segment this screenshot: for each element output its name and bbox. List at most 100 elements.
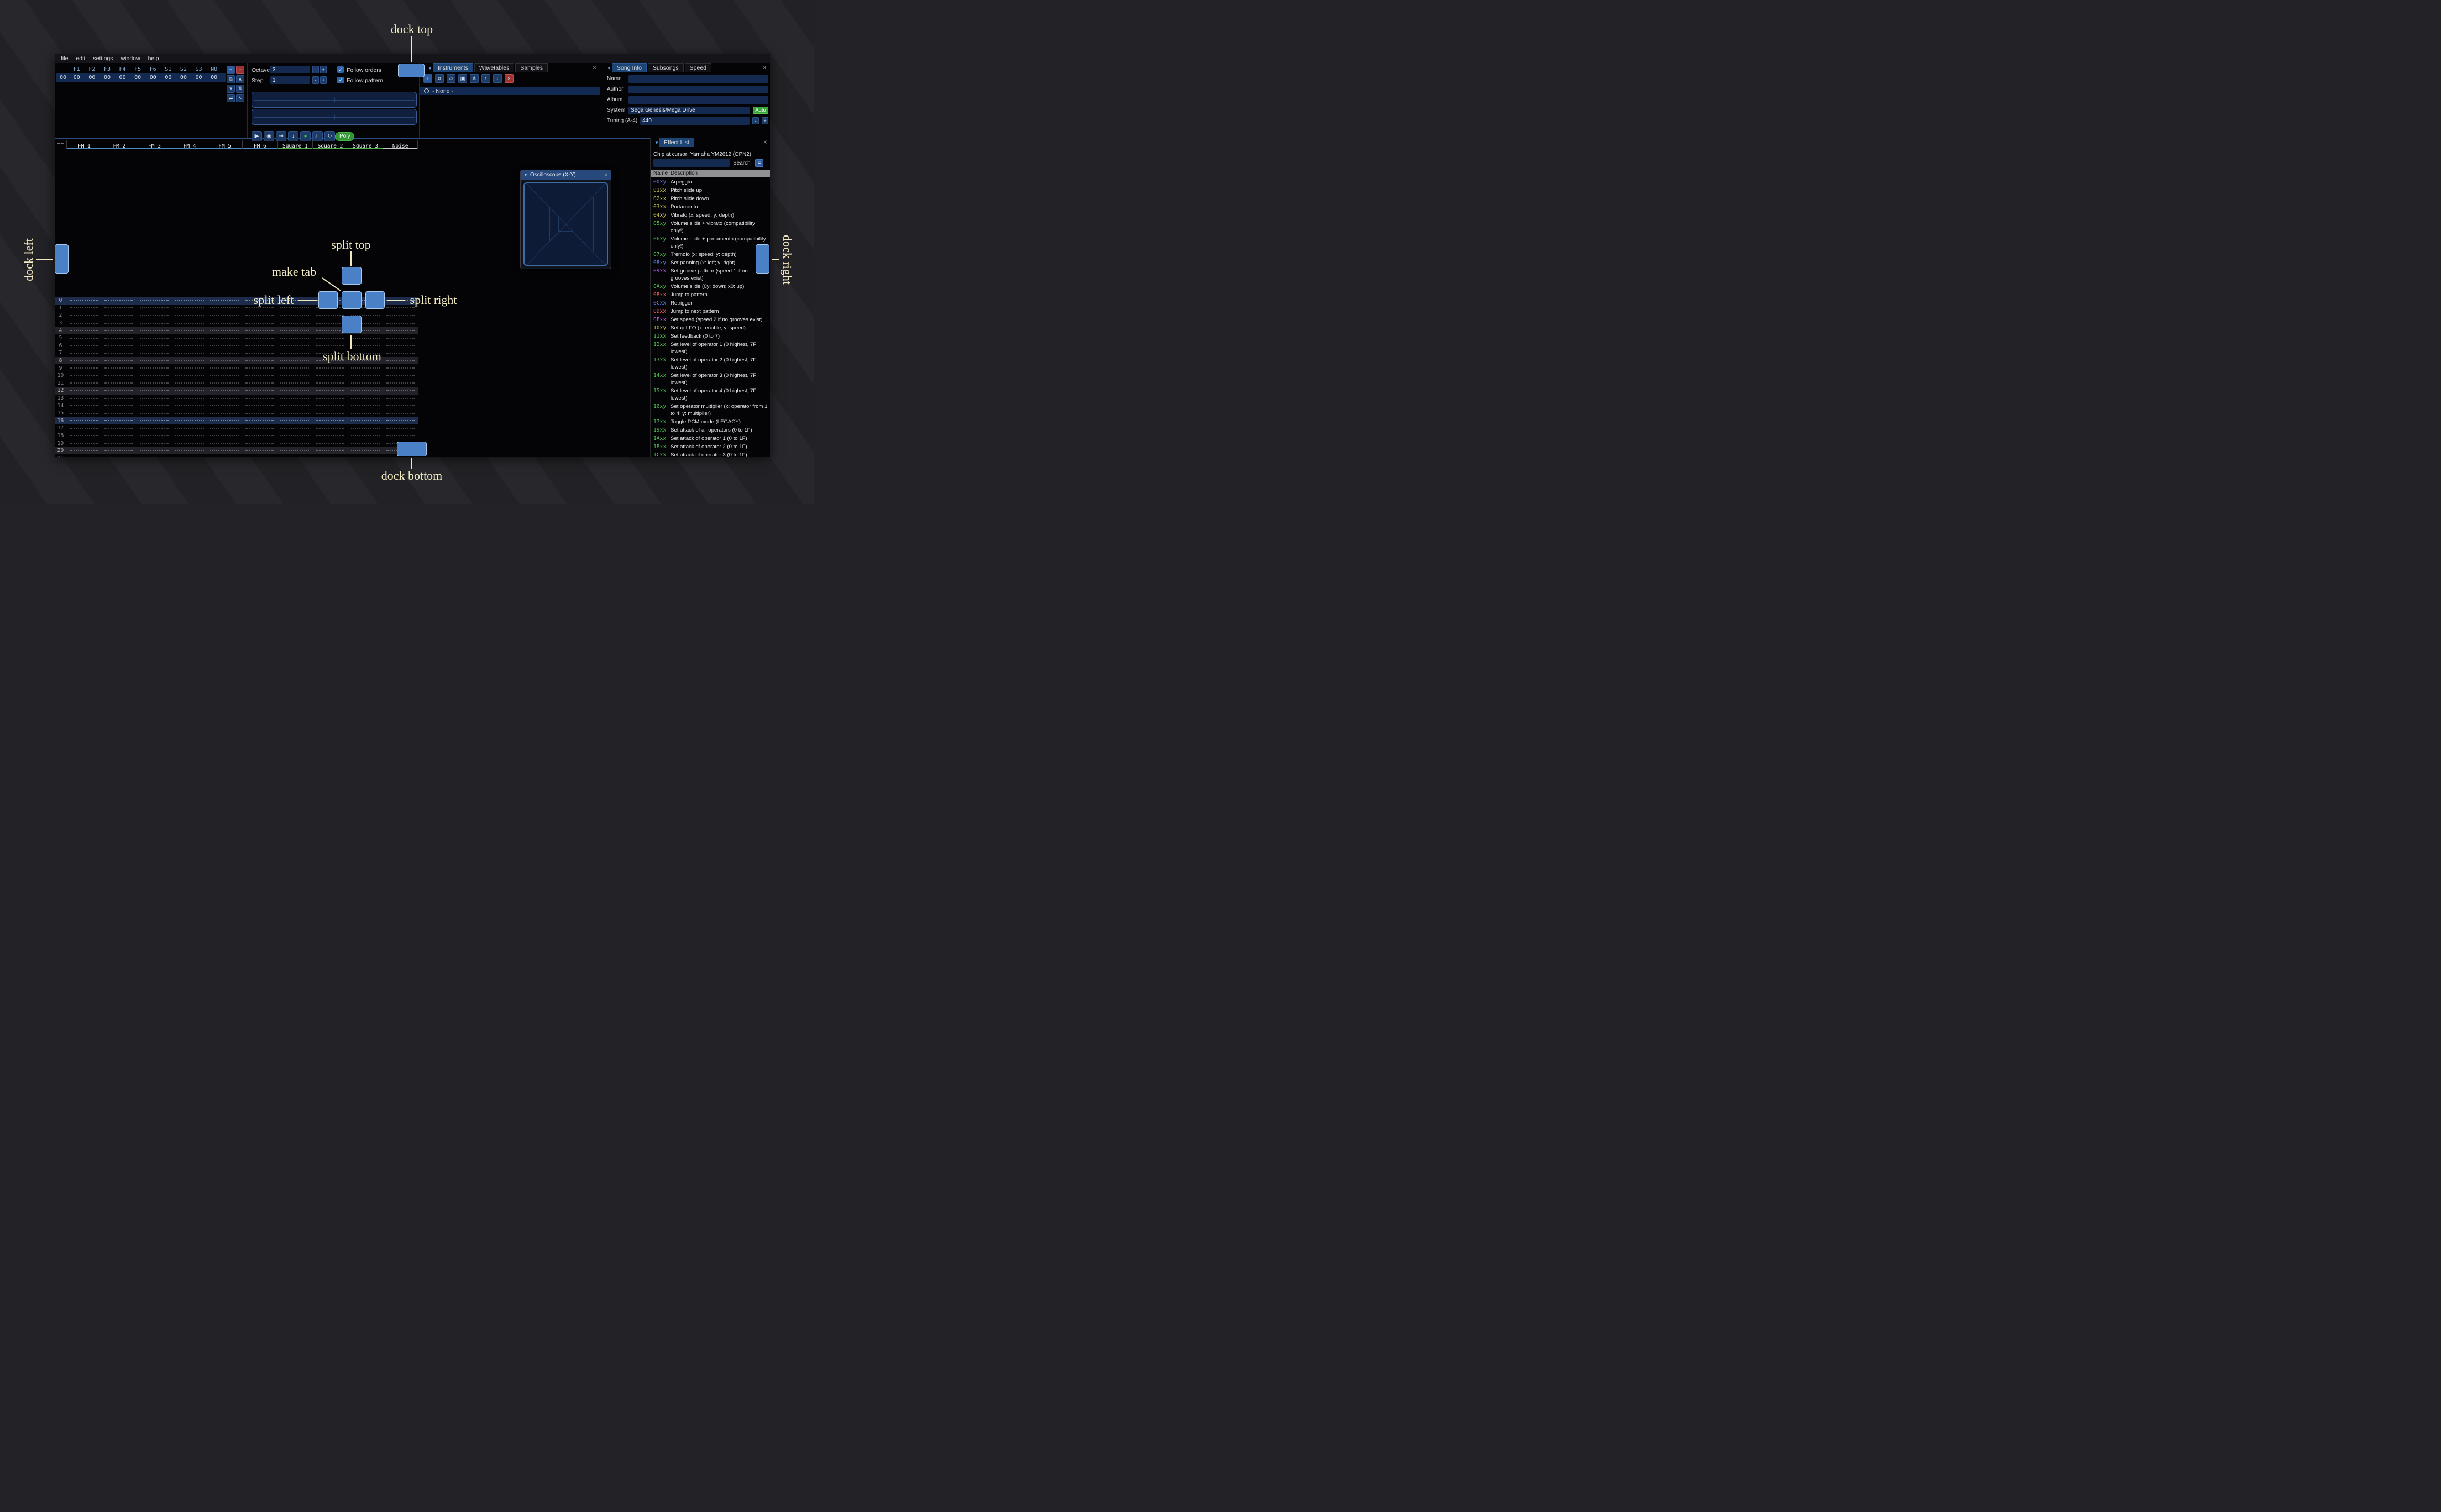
pattern-cell[interactable]: [277, 360, 313, 361]
open-instrument-button[interactable]: ▱: [447, 74, 455, 83]
oscilloscope-title-bar[interactable]: ▼ Oscilloscope (X-Y) ×: [521, 170, 611, 180]
effect-list-menu-icon[interactable]: ≡: [755, 159, 763, 167]
pattern-cell[interactable]: [348, 427, 383, 429]
pattern-cell[interactable]: [383, 420, 418, 422]
pattern-cell[interactable]: [242, 360, 277, 361]
pattern-cell[interactable]: [137, 345, 172, 347]
channel-header-square-3[interactable]: Square 3: [347, 140, 383, 149]
orders-row[interactable]: 00 00 00 00 00 00 00 00 00 00 00: [56, 74, 226, 82]
pattern-cell[interactable]: [137, 435, 172, 437]
pattern-cell[interactable]: [277, 322, 313, 324]
effect-row[interactable]: 13xx Set level of operator 2 (0 highest, …: [651, 356, 770, 371]
pattern-cell[interactable]: [242, 427, 277, 429]
pattern-cell[interactable]: [312, 420, 348, 422]
pattern-cell[interactable]: [277, 443, 313, 444]
effect-row[interactable]: 04xy Vibrato (x: speed; y: depth): [651, 211, 770, 219]
effect-row[interactable]: 0Fxx Set speed (speed 2 if no grooves exi…: [651, 316, 770, 324]
pattern-cell[interactable]: [277, 345, 313, 347]
pattern-cell[interactable]: [312, 382, 348, 384]
pattern-cell[interactable]: [207, 405, 242, 407]
menu-item-window[interactable]: window: [117, 54, 144, 63]
pattern-cell[interactable]: [207, 435, 242, 437]
tab-instruments[interactable]: Instruments: [433, 63, 473, 72]
song-album-input[interactable]: [628, 96, 768, 104]
tab-wavetables[interactable]: Wavetables: [474, 63, 515, 72]
pattern-cell[interactable]: [137, 368, 172, 369]
channel-header-square-1[interactable]: Square 1: [277, 140, 313, 149]
effect-row[interactable]: 1Cxx Set attack of operator 3 (0 to 1F): [651, 451, 770, 457]
pattern-cell[interactable]: [102, 405, 137, 407]
order-pattern-cell[interactable]: 00: [145, 74, 161, 82]
menu-item-settings[interactable]: settings: [89, 54, 117, 63]
remove-order-button[interactable]: −: [236, 66, 244, 74]
pattern-cell[interactable]: [172, 450, 207, 452]
oscilloscope-window[interactable]: ▼ Oscilloscope (X-Y) ×: [520, 170, 611, 269]
step-input[interactable]: [270, 76, 310, 84]
duplicate-instrument-button[interactable]: ⧉: [435, 74, 444, 83]
pattern-cell[interactable]: [207, 375, 242, 376]
pattern-row[interactable]: 15: [55, 410, 418, 417]
pattern-cell[interactable]: [137, 405, 172, 407]
pattern-cell[interactable]: [383, 405, 418, 407]
pattern-cell[interactable]: [66, 375, 102, 376]
pattern-row[interactable]: 11: [55, 380, 418, 387]
pattern-cell[interactable]: [312, 443, 348, 444]
pattern-cell[interactable]: [172, 397, 207, 399]
pattern-cell[interactable]: [242, 450, 277, 452]
pattern-cell[interactable]: [207, 443, 242, 444]
effect-row[interactable]: 12xx Set level of operator 1 (0 highest, …: [651, 340, 770, 356]
pattern-cell[interactable]: [242, 435, 277, 437]
octave-decrement-button[interactable]: -: [312, 66, 319, 74]
tuning-increment-button[interactable]: +: [762, 117, 768, 124]
pattern-cell[interactable]: [137, 352, 172, 354]
pattern-cell[interactable]: [383, 322, 418, 324]
pattern-cell[interactable]: [348, 412, 383, 414]
pattern-cell[interactable]: [348, 450, 383, 452]
pattern-cell[interactable]: [172, 337, 207, 339]
octave-input[interactable]: [270, 66, 310, 74]
pattern-cell[interactable]: [137, 337, 172, 339]
pattern-cell[interactable]: [383, 337, 418, 339]
pattern-cell[interactable]: [66, 314, 102, 316]
pattern-cell[interactable]: [207, 427, 242, 429]
pattern-cell[interactable]: [102, 382, 137, 384]
pattern-cell[interactable]: [348, 368, 383, 369]
pattern-cell[interactable]: [242, 420, 277, 422]
add-instrument-button[interactable]: +: [423, 74, 432, 83]
effect-row[interactable]: 01xx Pitch slide up: [651, 186, 770, 195]
split-bottom-target[interactable]: [342, 316, 362, 333]
pattern-row[interactable]: 16: [55, 417, 418, 425]
effect-row[interactable]: 07xy Tremolo (x: speed; y: depth): [651, 250, 770, 259]
move-order-up-button[interactable]: ∧: [236, 75, 244, 83]
pattern-cell[interactable]: [66, 307, 102, 309]
pattern-cell[interactable]: [312, 337, 348, 339]
pattern-cell[interactable]: [312, 435, 348, 437]
pattern-cell[interactable]: [348, 345, 383, 347]
pattern-cell[interactable]: [102, 450, 137, 452]
pattern-cell[interactable]: [172, 360, 207, 361]
pattern-cell[interactable]: [348, 397, 383, 399]
pattern-cell[interactable]: [66, 450, 102, 452]
menu-item-edit[interactable]: edit: [72, 54, 89, 63]
pattern-cell[interactable]: [172, 368, 207, 369]
pattern-corner-button[interactable]: ++: [55, 140, 66, 149]
song-info-close-button[interactable]: ×: [763, 63, 767, 72]
pattern-cell[interactable]: [242, 307, 277, 309]
pattern-row[interactable]: 0: [55, 297, 418, 305]
pattern-cell[interactable]: [172, 330, 207, 332]
pattern-cell[interactable]: [383, 314, 418, 316]
pattern-cell[interactable]: [137, 420, 172, 422]
pattern-cell[interactable]: [242, 412, 277, 414]
dock-bottom-target[interactable]: [397, 442, 427, 456]
effect-row[interactable]: 10xy Setup LFO (x: enable; y: speed): [651, 324, 770, 332]
pattern-cell[interactable]: [312, 345, 348, 347]
pattern-row[interactable]: 13: [55, 395, 418, 402]
pattern-cell[interactable]: [242, 337, 277, 339]
effect-row[interactable]: 0Bxx Jump to pattern: [651, 291, 770, 299]
pattern-cell[interactable]: [137, 330, 172, 332]
pattern-cell[interactable]: [242, 443, 277, 444]
step-increment-button[interactable]: +: [320, 76, 327, 84]
pattern-cell[interactable]: [66, 352, 102, 354]
change-all-orders-button[interactable]: ⇄: [227, 94, 235, 102]
pattern-cell[interactable]: [277, 314, 313, 316]
